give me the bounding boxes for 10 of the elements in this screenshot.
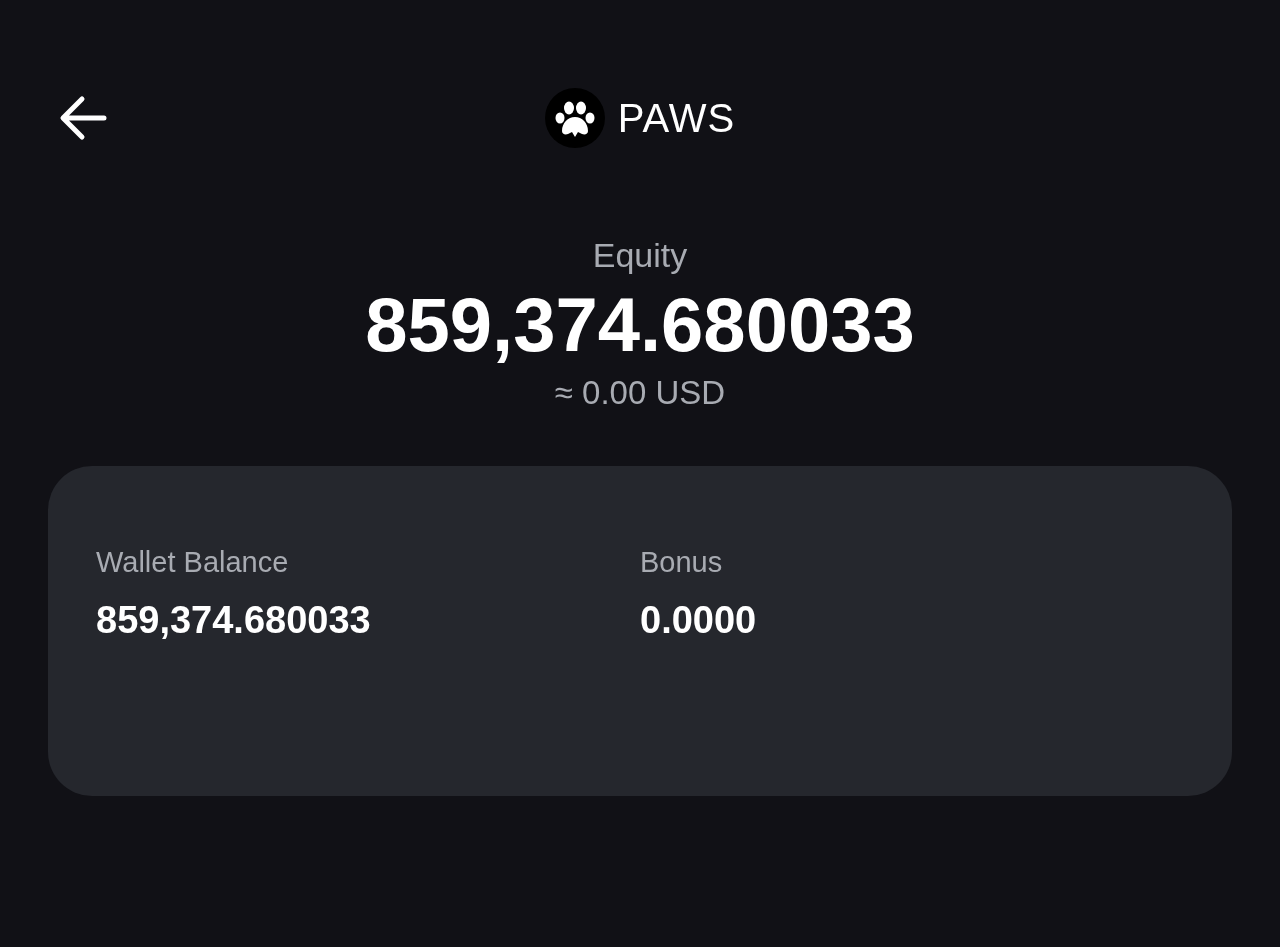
equity-label: Equity: [592, 236, 688, 275]
stat-label: Bonus: [640, 546, 724, 579]
usd-equivalent: ≈ 0.00 USD: [554, 374, 726, 412]
stat-value: 859,374.680033: [96, 599, 372, 642]
app-title: PAWS: [617, 95, 736, 141]
stat-value: 0.0000: [640, 599, 758, 642]
back-arrow-icon[interactable]: [58, 94, 108, 142]
paw-logo-icon: [544, 88, 605, 148]
equity-value: 859,374.680033: [365, 281, 915, 368]
stat-label: Wallet Balance: [96, 546, 290, 579]
